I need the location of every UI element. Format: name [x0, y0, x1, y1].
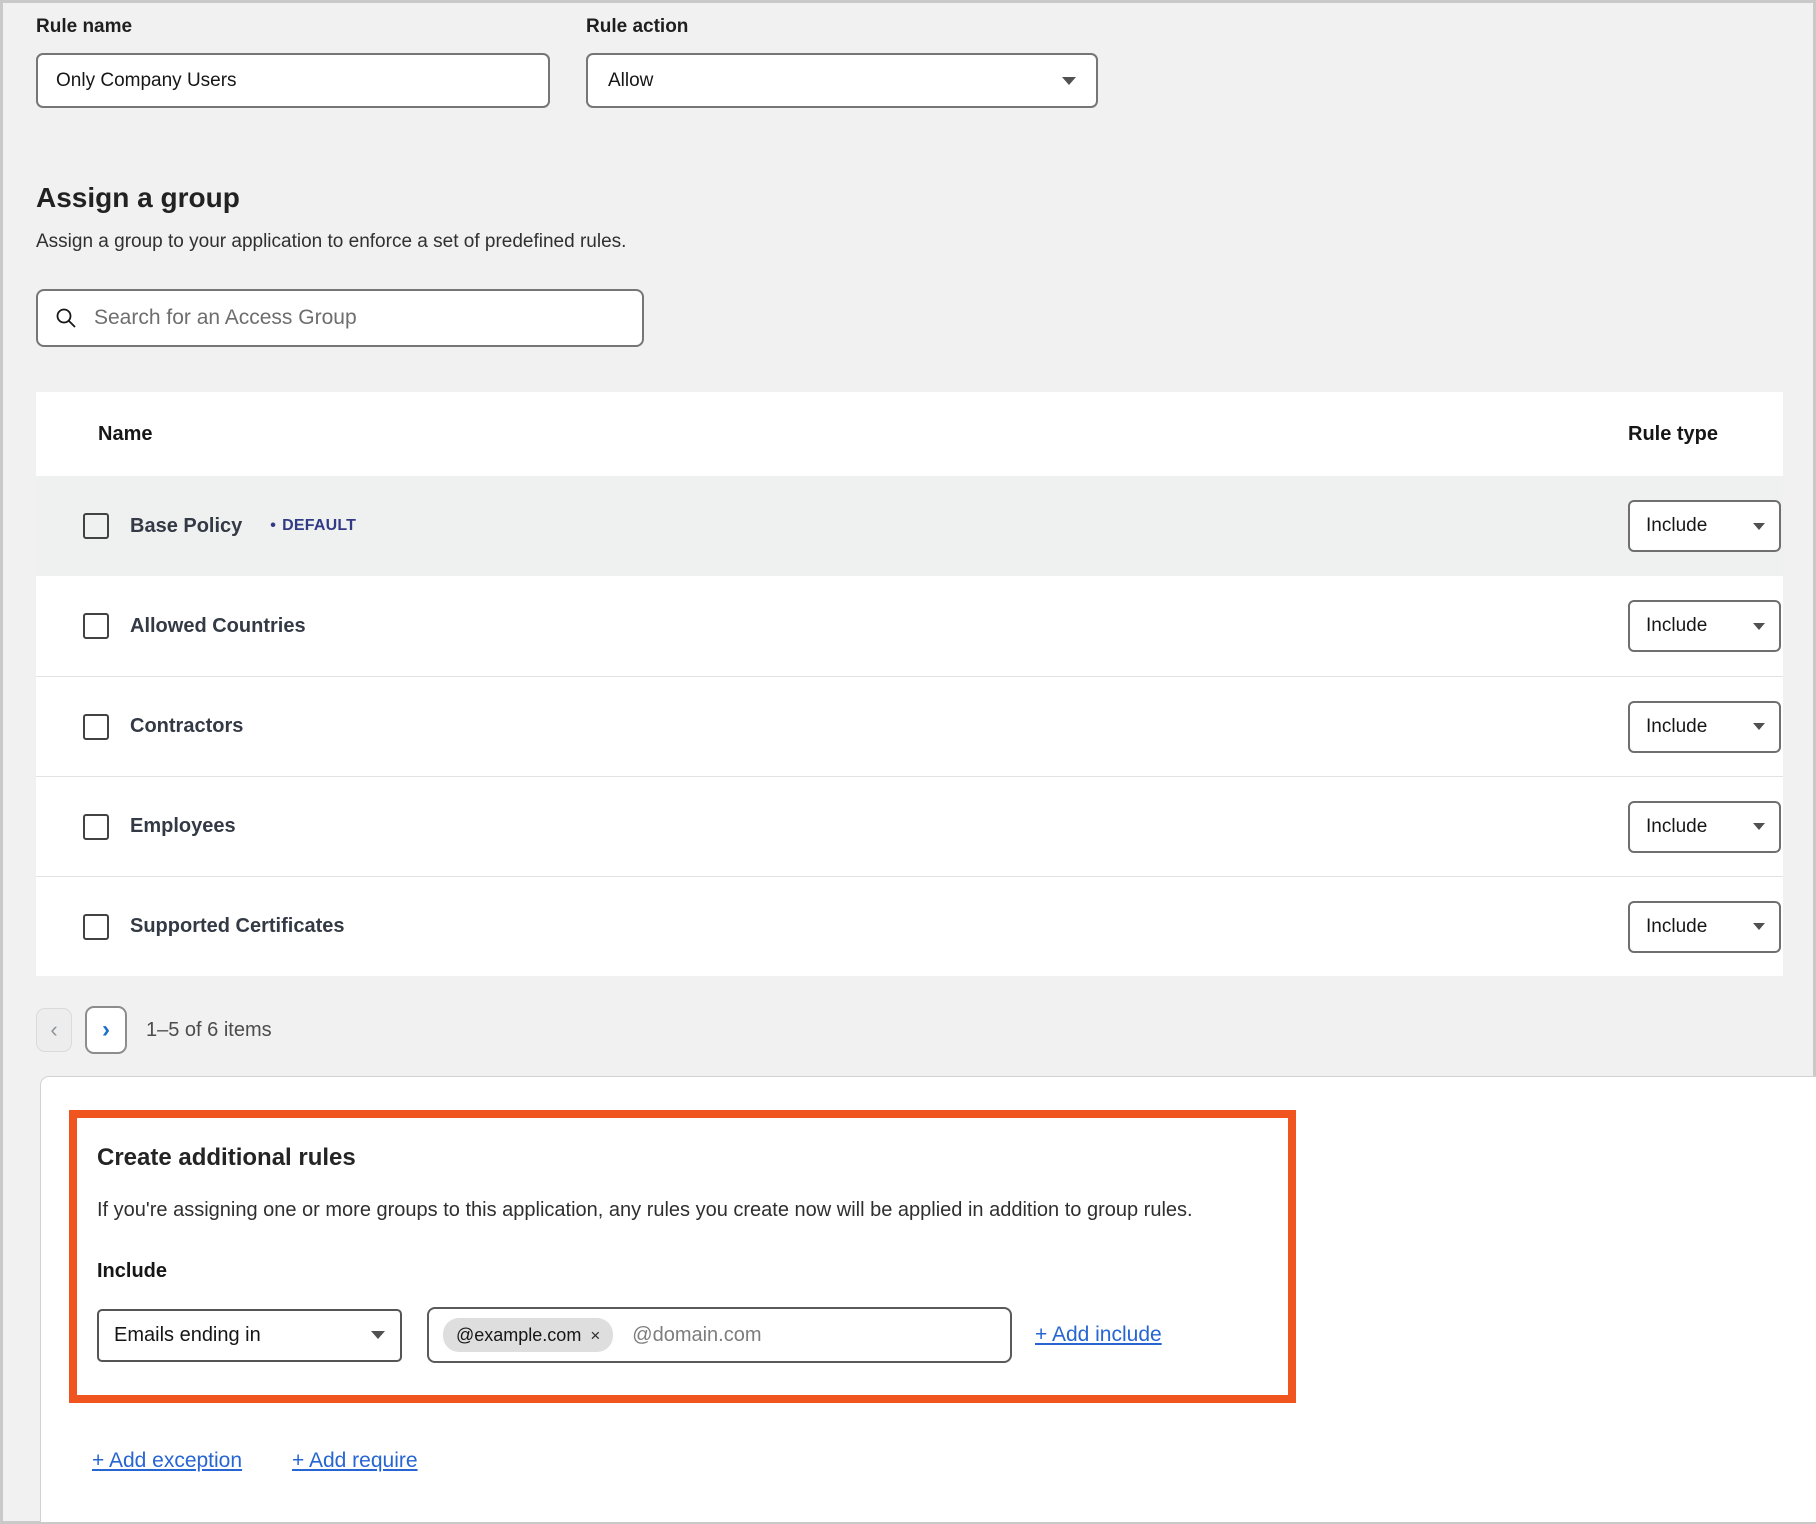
pagination-status: 1–5 of 6 items: [146, 1019, 272, 1042]
add-include-link[interactable]: + Add include: [1035, 1323, 1162, 1347]
rule-footer-links: + Add exception + Add require: [92, 1449, 1816, 1473]
row-checkbox[interactable]: [83, 914, 109, 940]
table-header: Name Rule type: [36, 392, 1783, 476]
email-domain-chip: @example.com ×: [443, 1318, 613, 1352]
row-checkbox[interactable]: [83, 513, 109, 539]
chevron-down-icon: [1753, 523, 1765, 530]
table-row: Supported Certificates Include: [36, 876, 1783, 976]
rule-criteria-select[interactable]: Emails ending in: [97, 1309, 402, 1362]
include-label: Include: [97, 1260, 1258, 1283]
rule-action-field-group: Rule action Allow: [586, 16, 1098, 108]
rule-action-select[interactable]: Allow: [586, 53, 1098, 108]
chevron-down-icon: [1753, 723, 1765, 730]
rule-name-label: Rule name: [36, 16, 550, 38]
access-rule-page: Rule name Rule action Allow Assign a gro…: [3, 3, 1813, 1522]
chevron-right-icon: ›: [102, 1016, 110, 1044]
chevron-down-icon: [371, 1331, 385, 1339]
rule-form: Rule name Rule action Allow: [36, 16, 1783, 108]
email-domains-input[interactable]: @example.com ×: [427, 1307, 1012, 1363]
row-checkbox[interactable]: [83, 613, 109, 639]
default-badge: •DEFAULT: [270, 517, 356, 535]
next-page-button[interactable]: ›: [85, 1006, 127, 1054]
rule-name-field-group: Rule name: [36, 16, 550, 108]
chevron-down-icon: [1753, 823, 1765, 830]
assign-group-heading: Assign a group: [36, 182, 1783, 214]
remove-chip-icon[interactable]: ×: [590, 1327, 600, 1344]
email-domain-field[interactable]: [630, 1323, 996, 1348]
search-icon: [55, 307, 77, 329]
rule-action-label: Rule action: [586, 16, 1098, 38]
assign-group-description: Assign a group to your application to en…: [36, 231, 1783, 253]
column-header-rule-type: Rule type: [1628, 423, 1783, 446]
search-input[interactable]: [92, 305, 625, 331]
table-row: Allowed Countries Include: [36, 576, 1783, 676]
chevron-down-icon: [1753, 923, 1765, 930]
rule-name-input[interactable]: [36, 53, 550, 108]
group-name: Supported Certificates: [130, 915, 344, 938]
access-group-search[interactable]: [36, 289, 644, 347]
column-header-name: Name: [36, 423, 1628, 446]
add-exception-link[interactable]: + Add exception: [92, 1449, 242, 1473]
create-additional-rules-heading: Create additional rules: [97, 1144, 1258, 1172]
previous-page-button[interactable]: ‹: [36, 1008, 72, 1052]
group-name: Base Policy: [130, 515, 242, 538]
row-checkbox[interactable]: [83, 814, 109, 840]
rule-type-select[interactable]: Include: [1628, 701, 1781, 753]
group-name: Allowed Countries: [130, 615, 306, 638]
chevron-down-icon: [1753, 623, 1765, 630]
chevron-left-icon: ‹: [50, 1017, 57, 1043]
group-name: Contractors: [130, 715, 243, 738]
rule-type-select[interactable]: Include: [1628, 500, 1781, 552]
table-row: Contractors Include: [36, 676, 1783, 776]
chevron-down-icon: [1062, 77, 1076, 85]
rule-type-select[interactable]: Include: [1628, 600, 1781, 652]
bullet-icon: •: [270, 517, 276, 534]
table-row: Base Policy •DEFAULT Include: [36, 476, 1783, 576]
access-groups-table: Name Rule type Base Policy •DEFAULT Incl…: [36, 392, 1783, 976]
create-additional-rules-highlight: Create additional rules If you're assign…: [69, 1110, 1296, 1403]
additional-rules-card: Create additional rules If you're assign…: [40, 1076, 1816, 1522]
pagination: ‹ › 1–5 of 6 items: [36, 1006, 1783, 1054]
create-additional-rules-description: If you're assigning one or more groups t…: [97, 1199, 1258, 1222]
row-checkbox[interactable]: [83, 714, 109, 740]
rule-type-select[interactable]: Include: [1628, 901, 1781, 953]
include-rule-controls: Emails ending in @example.com × + Add in…: [97, 1307, 1258, 1363]
group-name: Employees: [130, 815, 236, 838]
table-row: Employees Include: [36, 776, 1783, 876]
rule-type-select[interactable]: Include: [1628, 801, 1781, 853]
add-require-link[interactable]: + Add require: [292, 1449, 418, 1473]
rule-action-value: Allow: [608, 70, 653, 92]
